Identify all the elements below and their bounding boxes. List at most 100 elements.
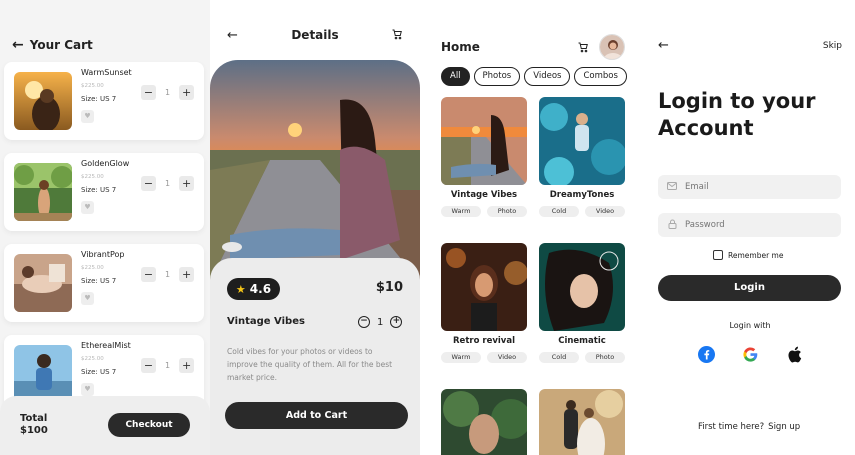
cart-item-thumbnail <box>14 254 72 312</box>
cart-item-size: Size: US 7 <box>81 186 117 194</box>
cart-item: WarmSunset $225.00 Size: US 7 ♥ − 1 + <box>4 62 204 140</box>
heart-icon[interactable]: ♥ <box>81 292 94 305</box>
decrement-button[interactable]: − <box>141 267 156 282</box>
tag-chip: Cold <box>539 352 579 363</box>
skip-button[interactable]: Skip <box>823 41 842 51</box>
password-field[interactable] <box>658 213 841 237</box>
decrement-button[interactable]: − <box>358 316 370 328</box>
filter-chip-all[interactable]: All <box>441 67 470 86</box>
filter-bar: All Photos Videos Combos <box>441 67 627 86</box>
product-title: DreamyTones <box>549 190 615 200</box>
decrement-button[interactable]: − <box>141 176 156 191</box>
filter-chip-combos[interactable]: Combos <box>574 67 627 86</box>
product-tile-image[interactable] <box>441 243 527 331</box>
cart-header: ← Your Cart <box>12 38 93 52</box>
cart-item-price: $225.00 <box>81 356 104 362</box>
increment-button[interactable]: + <box>179 267 195 282</box>
cart-item-price: $225.00 <box>81 83 104 89</box>
home-title: Home <box>441 40 480 54</box>
increment-button[interactable]: + <box>390 316 403 328</box>
avatar[interactable] <box>599 34 625 60</box>
apple-icon[interactable] <box>786 346 803 363</box>
product-price: $10 <box>375 280 403 295</box>
email-input[interactable] <box>685 182 825 192</box>
filter-chip-videos[interactable]: Videos <box>524 67 571 86</box>
product-title: Retro revival <box>453 336 515 346</box>
decrement-button[interactable]: − <box>141 85 156 100</box>
details-panel: ★ 4.6 $10 Vintage Vibes − 1 + Cold vibes… <box>210 258 420 455</box>
remember-label: Remember me <box>728 250 784 260</box>
product-tags: Warm Photo <box>441 206 527 217</box>
back-arrow-icon[interactable]: ← <box>12 38 24 52</box>
product-tile-image[interactable] <box>441 97 527 185</box>
cart-item-name: EtherealMist <box>81 341 131 350</box>
tag-chip: Cold <box>539 206 579 217</box>
quantity-stepper: − 1 + <box>141 176 195 191</box>
quantity-value: 1 <box>165 179 171 188</box>
product-tags: Warm Video <box>441 352 527 363</box>
heart-icon[interactable]: ♥ <box>81 201 94 214</box>
product-tags: Cold Video <box>539 206 625 217</box>
cart-item-thumbnail <box>14 72 72 130</box>
cart-item-price: $225.00 <box>81 174 104 180</box>
product-tile-image[interactable] <box>539 97 625 185</box>
google-icon[interactable] <box>742 346 759 363</box>
tag-chip: Photo <box>585 352 625 363</box>
decrement-button[interactable]: − <box>141 358 156 373</box>
increment-button[interactable]: + <box>179 358 195 373</box>
email-field[interactable] <box>658 175 841 199</box>
back-arrow-icon[interactable]: ← <box>227 28 238 43</box>
mail-icon <box>667 181 677 193</box>
filter-chip-photos[interactable]: Photos <box>473 67 521 86</box>
heart-icon[interactable]: ♥ <box>81 110 94 123</box>
add-to-cart-button[interactable]: Add to Cart <box>225 402 408 429</box>
product-tile-image[interactable] <box>539 243 625 331</box>
tag-chip: Warm <box>441 206 481 217</box>
product-name: Vintage Vibes <box>227 316 305 327</box>
cart-icon[interactable] <box>577 41 589 56</box>
social-login-row <box>698 346 803 363</box>
login-button[interactable]: Login <box>658 275 841 301</box>
star-icon: ★ <box>235 282 246 296</box>
increment-button[interactable]: + <box>179 176 195 191</box>
details-title: Details <box>291 28 339 42</box>
cart-item-name: GoldenGlow <box>81 159 130 168</box>
product-tile-image[interactable] <box>539 389 625 455</box>
rating-value: 4.6 <box>249 282 272 296</box>
remember-me: Remember me <box>713 250 783 260</box>
increment-button[interactable]: + <box>179 85 195 100</box>
checkout-button[interactable]: Checkout <box>108 413 190 437</box>
quantity-value: 1 <box>377 316 384 328</box>
quantity-value: 1 <box>165 361 171 370</box>
home-screen: Home All Photos Videos Combos Vintage Vi… <box>430 0 630 455</box>
password-input[interactable] <box>685 220 825 230</box>
quantity-stepper: − 1 + <box>358 316 403 328</box>
signup-link[interactable]: Sign up <box>768 422 800 432</box>
cart-title: Your Cart <box>29 38 93 52</box>
remember-checkbox[interactable] <box>713 250 723 260</box>
cart-icon[interactable] <box>391 28 403 43</box>
cart-item-size: Size: US 7 <box>81 368 117 376</box>
cart-item-name: VibrantPop <box>81 250 125 259</box>
quantity-value: 1 <box>165 88 171 97</box>
tag-chip: Video <box>487 352 527 363</box>
cart-item-price: $225.00 <box>81 265 104 271</box>
details-screen: Details ← ★ 4.6 $10 Vintage Vibes − 1 + … <box>210 0 420 455</box>
quantity-stepper: − 1 + <box>141 267 195 282</box>
heart-icon[interactable]: ♥ <box>81 383 94 396</box>
rating-badge: ★ 4.6 <box>227 278 280 300</box>
product-title: Vintage Vibes <box>450 190 518 200</box>
facebook-icon[interactable] <box>698 346 715 363</box>
total-label: Total <box>20 413 48 424</box>
tag-chip: Video <box>585 206 625 217</box>
product-image <box>210 60 420 282</box>
lock-icon <box>667 219 677 232</box>
cart-item: VibrantPop $225.00 Size: US 7 ♥ − 1 + <box>4 244 204 322</box>
back-arrow-icon[interactable]: ← <box>658 38 669 53</box>
quantity-stepper: − 1 + <box>141 358 195 373</box>
tag-chip: Photo <box>487 206 527 217</box>
product-tile-image[interactable] <box>441 389 527 455</box>
quantity-value: 1 <box>165 270 171 279</box>
product-title: Cinematic <box>558 336 606 346</box>
cart-item-thumbnail <box>14 345 72 403</box>
